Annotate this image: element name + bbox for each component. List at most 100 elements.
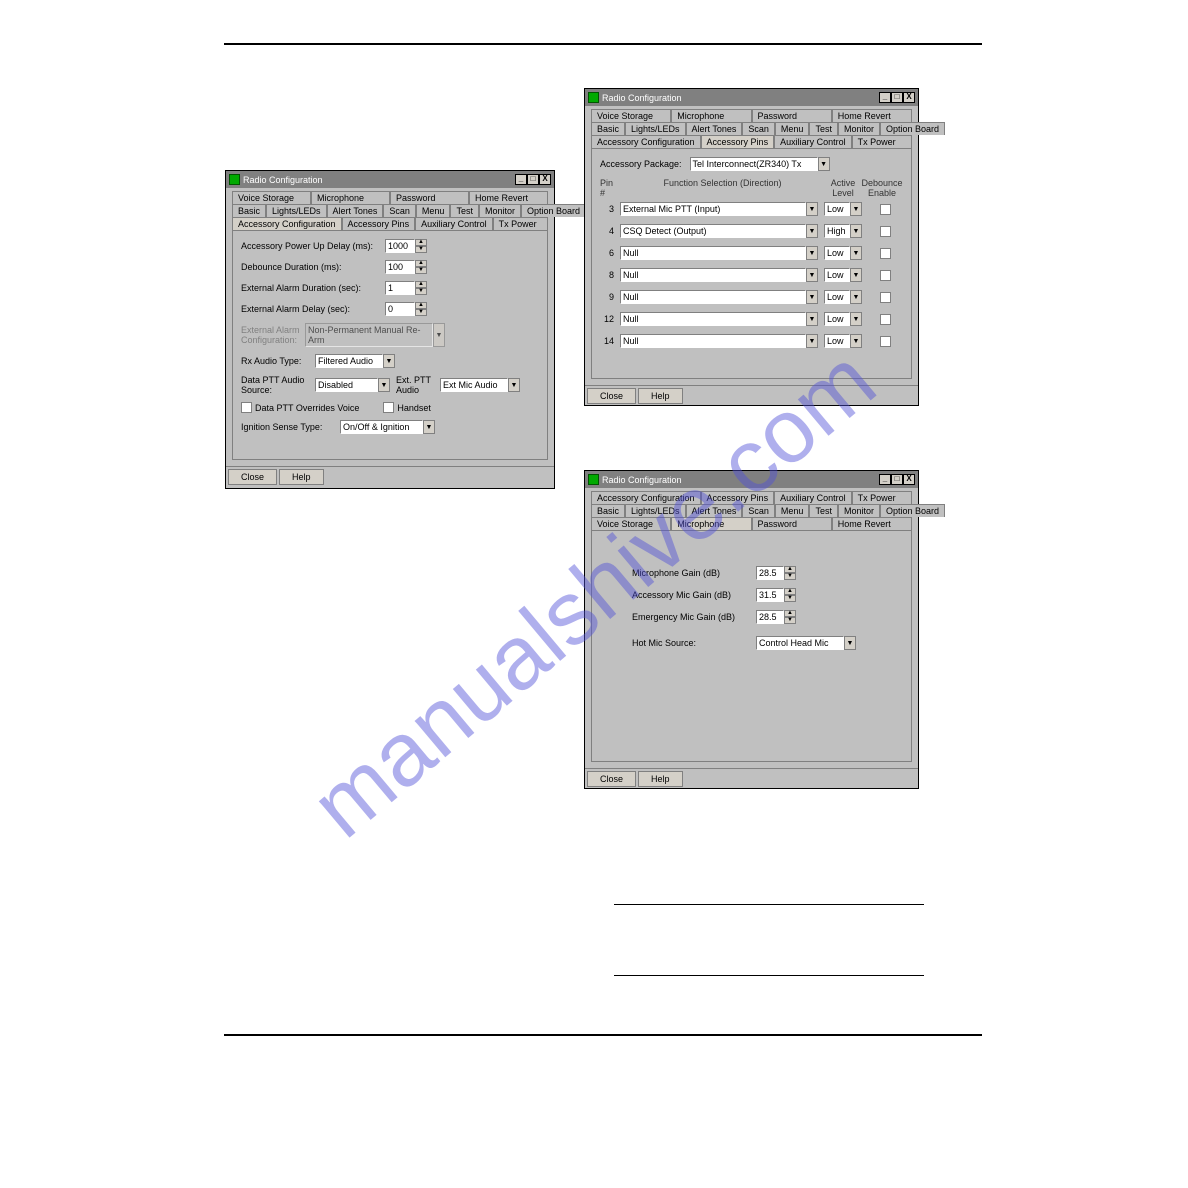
tab-alert-tones[interactable]: Alert Tones xyxy=(327,204,384,217)
tab-microphone[interactable]: Microphone xyxy=(311,191,390,204)
tab-voice-storage[interactable]: Voice Storage xyxy=(232,191,311,204)
chevron-down-icon[interactable]: ▼ xyxy=(423,420,435,434)
pin-level-select[interactable]: Low xyxy=(824,202,850,216)
pin-level-select[interactable]: Low xyxy=(824,268,850,282)
close-button[interactable]: Close xyxy=(587,388,636,404)
tab-scan[interactable]: Scan xyxy=(742,504,775,517)
tab-test[interactable]: Test xyxy=(809,122,838,135)
tab-auxiliary-control[interactable]: Auxiliary Control xyxy=(774,491,852,504)
tab-option-board[interactable]: Option Board xyxy=(880,504,945,517)
tab-tx-power[interactable]: Tx Power xyxy=(852,135,912,148)
minimize-button[interactable]: _ xyxy=(879,92,891,103)
chevron-down-icon[interactable]: ▼ xyxy=(806,290,818,304)
hot-mic-source-select[interactable]: Control Head Mic xyxy=(756,636,844,650)
tab-auxiliary-control[interactable]: Auxiliary Control xyxy=(774,135,852,148)
pin-debounce-checkbox[interactable] xyxy=(880,226,891,237)
tab-tx-power[interactable]: Tx Power xyxy=(493,217,548,230)
ignition-sense-select[interactable]: On/Off & Ignition xyxy=(340,420,423,434)
emergency-mic-gain-spinner[interactable]: ▲▼ xyxy=(784,610,796,624)
chevron-down-icon[interactable]: ▼ xyxy=(850,290,862,304)
chevron-down-icon[interactable]: ▼ xyxy=(383,354,395,368)
pin-level-select[interactable]: Low xyxy=(824,290,850,304)
mic-gain-spinner[interactable]: ▲▼ xyxy=(784,566,796,580)
pin-function-select[interactable]: Null xyxy=(620,268,806,282)
accessory-package-select[interactable]: Tel Interconnect(ZR340) Tx xyxy=(690,157,818,171)
help-button[interactable]: Help xyxy=(638,771,683,787)
data-ptt-override-checkbox[interactable] xyxy=(241,402,252,413)
close-button[interactable]: Close xyxy=(228,469,277,485)
tab-basic[interactable]: Basic xyxy=(232,204,266,217)
tab-voice-storage[interactable]: Voice Storage xyxy=(591,517,671,530)
tab-tx-power[interactable]: Tx Power xyxy=(852,491,912,504)
tab-accessory-configuration[interactable]: Accessory Configuration xyxy=(591,491,701,504)
pin-level-select[interactable]: Low xyxy=(824,246,850,260)
tab-password[interactable]: Password xyxy=(390,191,469,204)
pin-function-select[interactable]: External Mic PTT (Input) xyxy=(620,202,806,216)
tab-accessory-pins[interactable]: Accessory Pins xyxy=(701,491,775,504)
chevron-down-icon[interactable]: ▼ xyxy=(818,157,830,171)
help-button[interactable]: Help xyxy=(638,388,683,404)
pin-debounce-checkbox[interactable] xyxy=(880,336,891,347)
tab-basic[interactable]: Basic xyxy=(591,504,625,517)
tab-lights-leds[interactable]: Lights/LEDs xyxy=(266,204,327,217)
chevron-down-icon[interactable]: ▼ xyxy=(378,378,390,392)
ext-alarm-delay-spinner[interactable]: ▲▼ xyxy=(415,302,427,316)
chevron-down-icon[interactable]: ▼ xyxy=(806,224,818,238)
tab-voice-storage[interactable]: Voice Storage xyxy=(591,109,671,122)
chevron-down-icon[interactable]: ▼ xyxy=(850,202,862,216)
tab-menu[interactable]: Menu xyxy=(775,122,810,135)
close-button[interactable]: X xyxy=(903,92,915,103)
minimize-button[interactable]: _ xyxy=(515,174,527,185)
tab-home-revert[interactable]: Home Revert xyxy=(832,517,912,530)
chevron-down-icon[interactable]: ▼ xyxy=(850,268,862,282)
minimize-button[interactable]: _ xyxy=(879,474,891,485)
titlebar[interactable]: Radio Configuration _ □ X xyxy=(585,471,918,488)
ext-ptt-audio-select[interactable]: Ext Mic Audio xyxy=(440,378,508,392)
tab-monitor[interactable]: Monitor xyxy=(838,122,880,135)
tab-home-revert[interactable]: Home Revert xyxy=(832,109,912,122)
tab-menu[interactable]: Menu xyxy=(416,204,451,217)
powerup-delay-input[interactable]: 1000 xyxy=(385,239,415,253)
help-button[interactable]: Help xyxy=(279,469,324,485)
tab-monitor[interactable]: Monitor xyxy=(838,504,880,517)
tab-option-board[interactable]: Option Board xyxy=(880,122,945,135)
tab-microphone[interactable]: Microphone xyxy=(671,517,751,530)
tab-password[interactable]: Password xyxy=(752,109,832,122)
handset-checkbox[interactable] xyxy=(383,402,394,413)
pin-debounce-checkbox[interactable] xyxy=(880,292,891,303)
titlebar[interactable]: Radio Configuration _ □ X xyxy=(585,89,918,106)
tab-basic[interactable]: Basic xyxy=(591,122,625,135)
chevron-down-icon[interactable]: ▼ xyxy=(806,246,818,260)
tab-microphone[interactable]: Microphone xyxy=(671,109,751,122)
pin-level-select[interactable]: High xyxy=(824,224,850,238)
rx-audio-type-select[interactable]: Filtered Audio xyxy=(315,354,383,368)
pin-function-select[interactable]: Null xyxy=(620,334,806,348)
tab-accessory-configuration[interactable]: Accessory Configuration xyxy=(232,217,342,230)
pin-level-select[interactable]: Low xyxy=(824,334,850,348)
ext-alarm-delay-input[interactable]: 0 xyxy=(385,302,415,316)
chevron-down-icon[interactable]: ▼ xyxy=(508,378,520,392)
pin-debounce-checkbox[interactable] xyxy=(880,248,891,259)
tab-monitor[interactable]: Monitor xyxy=(479,204,521,217)
tab-test[interactable]: Test xyxy=(809,504,838,517)
tab-home-revert[interactable]: Home Revert xyxy=(469,191,548,204)
pin-function-select[interactable]: Null xyxy=(620,246,806,260)
pin-debounce-checkbox[interactable] xyxy=(880,270,891,281)
accessory-mic-gain-spinner[interactable]: ▲▼ xyxy=(784,588,796,602)
debounce-duration-spinner[interactable]: ▲▼ xyxy=(415,260,427,274)
maximize-button[interactable]: □ xyxy=(891,92,903,103)
tab-scan[interactable]: Scan xyxy=(383,204,416,217)
data-ptt-source-select[interactable]: Disabled xyxy=(315,378,378,392)
tab-accessory-pins[interactable]: Accessory Pins xyxy=(342,217,416,230)
maximize-button[interactable]: □ xyxy=(891,474,903,485)
chevron-down-icon[interactable]: ▼ xyxy=(806,312,818,326)
tab-menu[interactable]: Menu xyxy=(775,504,810,517)
pin-function-select[interactable]: Null xyxy=(620,312,806,326)
pin-function-select[interactable]: Null xyxy=(620,290,806,304)
tab-lights-leds[interactable]: Lights/LEDs xyxy=(625,504,686,517)
chevron-down-icon[interactable]: ▼ xyxy=(850,334,862,348)
chevron-down-icon[interactable]: ▼ xyxy=(850,246,862,260)
tab-password[interactable]: Password xyxy=(752,517,832,530)
pin-debounce-checkbox[interactable] xyxy=(880,204,891,215)
ext-alarm-duration-input[interactable]: 1 xyxy=(385,281,415,295)
